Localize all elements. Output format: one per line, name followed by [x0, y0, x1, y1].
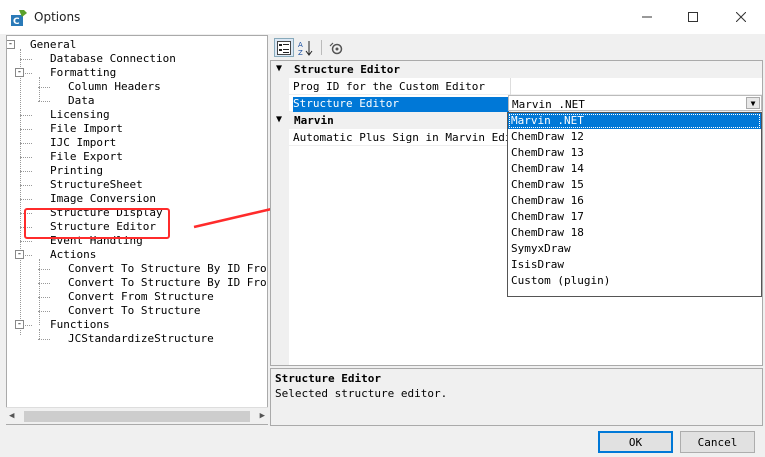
tree-item-convert-from-structure[interactable]: Convert From Structure — [68, 290, 214, 303]
category-label: Structure Editor — [294, 63, 400, 76]
tree-collapse-icon[interactable]: - — [15, 68, 24, 77]
property-pages-icon — [329, 42, 343, 54]
categorized-button[interactable] — [274, 38, 294, 57]
tree-connector-line — [38, 87, 50, 88]
tree-item-column-headers[interactable]: Column Headers — [68, 80, 161, 93]
tree-connector-line — [38, 339, 50, 340]
tree-item-general[interactable]: General — [30, 38, 76, 51]
select-value: Marvin .NET — [512, 98, 585, 111]
grid-gutter — [271, 61, 289, 365]
tree-connector-line — [38, 311, 50, 312]
property-name-selected: Structure Editor — [293, 97, 509, 113]
structure-editor-dropdown[interactable]: Marvin .NET ChemDraw 12 ChemDraw 13 ChemDra… — [507, 112, 762, 297]
svg-text:Z: Z — [298, 49, 303, 56]
cancel-button[interactable]: Cancel — [680, 431, 755, 453]
maximize-icon — [688, 12, 698, 22]
chevron-down-icon[interactable]: ▼ — [276, 63, 282, 74]
minimize-icon — [642, 16, 652, 18]
close-icon — [736, 12, 746, 22]
tree-item-printing[interactable]: Printing — [50, 164, 103, 177]
tree-connector-line — [20, 185, 32, 186]
description-panel: Structure Editor Selected structure edit… — [270, 368, 763, 426]
property-name: Prog ID for the Custom Editor — [293, 80, 486, 93]
dropdown-option[interactable]: Custom (plugin) — [508, 273, 761, 289]
tree-item-structuresheet[interactable]: StructureSheet — [50, 178, 143, 191]
dropdown-option[interactable]: ChemDraw 16 — [508, 193, 761, 209]
tree-item-convert-to-structure[interactable]: Convert To Structure — [68, 304, 200, 317]
tree-connector-line — [38, 283, 50, 284]
tree-connector-line — [20, 157, 32, 158]
scroll-thumb[interactable] — [24, 411, 250, 422]
tree-horizontal-scrollbar[interactable]: ◀ ▶ — [6, 407, 268, 424]
dropdown-option[interactable]: SymyxDraw — [508, 241, 761, 257]
tree-item-file-import[interactable]: File Import — [50, 122, 123, 135]
tree-collapse-icon[interactable]: - — [15, 250, 24, 259]
tree-connector-line — [38, 269, 50, 270]
tree-collapse-icon[interactable]: - — [15, 320, 24, 329]
svg-text:C: C — [13, 17, 20, 27]
description-title: Structure Editor — [275, 372, 381, 385]
svg-text:A: A — [298, 41, 303, 49]
dropdown-option[interactable]: ChemDraw 14 — [508, 161, 761, 177]
close-button[interactable] — [718, 0, 764, 34]
dropdown-option[interactable]: ChemDraw 15 — [508, 177, 761, 193]
structure-editor-select[interactable]: Marvin .NET ▼ — [508, 95, 762, 111]
alphabetical-sort-icon: A Z — [298, 40, 313, 56]
ok-button[interactable]: OK — [598, 431, 673, 453]
tree-connector-line — [20, 115, 32, 116]
tree-connector-line — [39, 329, 40, 339]
category-structure-editor[interactable]: ▼ Structure Editor — [271, 61, 762, 78]
dropdown-option[interactable]: ChemDraw 12 — [508, 129, 761, 145]
tree-connector-line — [20, 49, 21, 335]
scroll-left-icon[interactable]: ◀ — [9, 411, 14, 421]
property-row-prog-id[interactable]: Prog ID for the Custom Editor — [289, 78, 762, 95]
tree-connector-line — [38, 297, 50, 298]
tree-connector-line — [38, 101, 50, 102]
description-text: Selected structure editor. — [275, 387, 448, 400]
tree-collapse-icon[interactable]: - — [7, 40, 15, 49]
dropdown-option[interactable]: ChemDraw 18 — [508, 225, 761, 241]
chevron-down-icon[interactable]: ▼ — [746, 97, 760, 109]
tree-item-image-conversion[interactable]: Image Conversion — [50, 192, 156, 205]
dropdown-option[interactable]: ChemDraw 13 — [508, 145, 761, 161]
tree-item-actions[interactable]: Actions — [50, 248, 96, 261]
property-value[interactable] — [510, 78, 762, 95]
tree-connector-line — [20, 199, 32, 200]
annotation-highlight-box — [24, 208, 170, 239]
dropdown-option[interactable]: IsisDraw — [508, 257, 761, 273]
title-bar: C Options — [0, 0, 765, 34]
window-title: Options — [34, 10, 81, 24]
tree-connector-line — [20, 59, 32, 60]
category-label: Marvin — [294, 114, 334, 127]
dropdown-option[interactable]: ChemDraw 17 — [508, 209, 761, 225]
tree-item-convert-to-structure-by-id-from-i[interactable]: Convert To Structure By ID From I — [68, 262, 267, 275]
property-pages-button[interactable] — [326, 38, 346, 57]
chevron-down-icon[interactable]: ▼ — [276, 114, 282, 125]
tree-item-convert-to-structure-by-id-from-c[interactable]: Convert To Structure By ID From C — [68, 276, 267, 289]
maximize-button[interactable] — [670, 0, 716, 34]
tree-item-data[interactable]: Data — [68, 94, 95, 107]
dropdown-option[interactable]: Marvin .NET — [508, 113, 761, 129]
toolbar-separator — [321, 40, 322, 55]
tree-item-licensing[interactable]: Licensing — [50, 108, 110, 121]
tree-item-functions[interactable]: Functions — [50, 318, 110, 331]
property-name: Automatic Plus Sign in Marvin Editor — [293, 131, 509, 144]
tree-connector-line — [39, 77, 40, 101]
tree-connector-line — [20, 143, 32, 144]
tree-connector-line — [20, 171, 32, 172]
tree-connector-line — [20, 129, 32, 130]
tree-item-file-export[interactable]: File Export — [50, 150, 123, 163]
tree-item-ijc-import[interactable]: IJC Import — [50, 136, 116, 149]
tree-item-jcstandardizestructure[interactable]: JCStandardizeStructure — [68, 332, 214, 345]
tree-connector-line — [20, 241, 32, 242]
alphabetical-button[interactable]: A Z — [296, 38, 316, 57]
tree-item-formatting[interactable]: Formatting — [50, 66, 116, 79]
tree-item-database-connection[interactable]: Database Connection — [50, 52, 176, 65]
dialog-button-bar: OK Cancel — [0, 428, 765, 457]
minimize-button[interactable] — [624, 0, 670, 34]
categorized-icon — [277, 40, 291, 55]
app-icon: C — [11, 10, 27, 27]
property-grid-toolbar: A Z — [270, 35, 763, 60]
scroll-right-icon[interactable]: ▶ — [260, 411, 265, 421]
